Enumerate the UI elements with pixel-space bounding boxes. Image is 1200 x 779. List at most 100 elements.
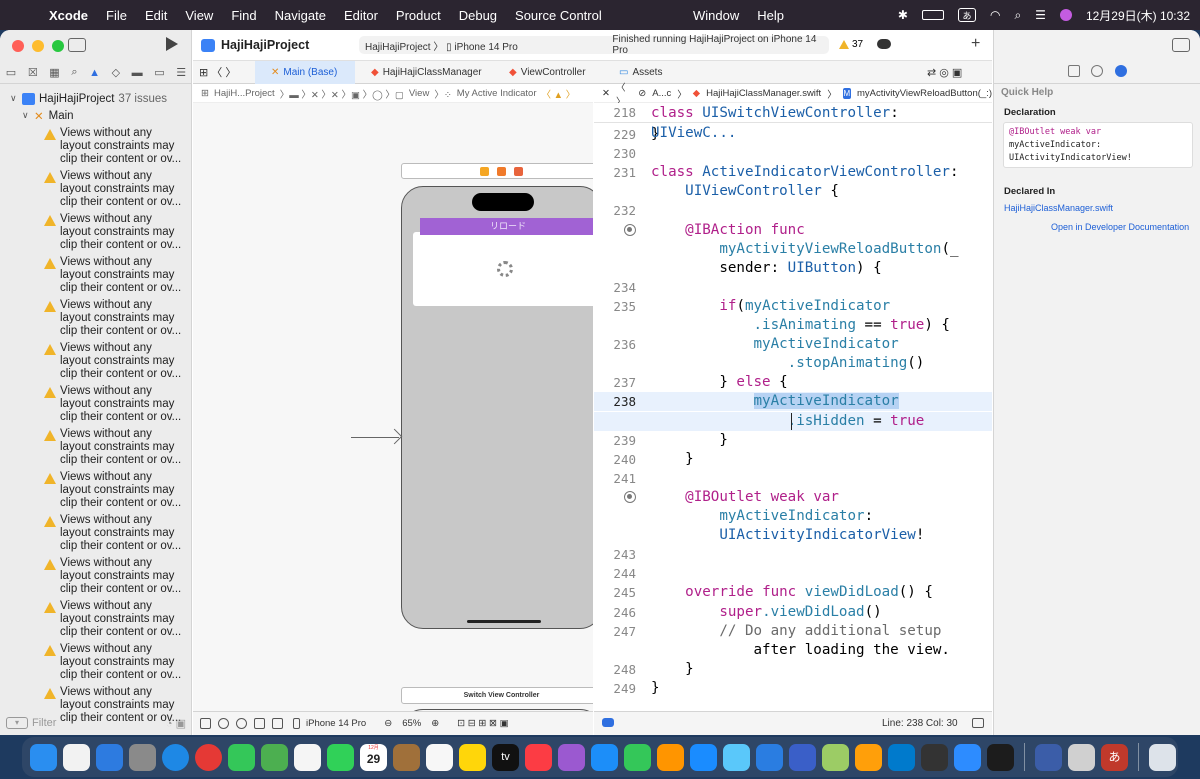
filter-options-icon[interactable]: ▾: [6, 717, 28, 729]
notes-icon[interactable]: [459, 743, 486, 771]
history-inspector-icon[interactable]: [1091, 65, 1103, 77]
music-icon[interactable]: [525, 743, 552, 771]
code-editor[interactable]: 218 class UISwitchViewController: UIView…: [594, 103, 992, 711]
code-line[interactable]: UIViewController {: [594, 182, 992, 201]
folder-navigator-icon[interactable]: ▭: [6, 66, 16, 79]
photos-icon[interactable]: [294, 743, 321, 771]
pages-icon[interactable]: [657, 743, 684, 771]
menu-debug[interactable]: Debug: [450, 8, 506, 23]
document-outline-icon[interactable]: [200, 718, 211, 729]
indicator-container[interactable]: [413, 232, 593, 306]
sublime-icon[interactable]: [822, 743, 849, 771]
menu-navigate[interactable]: Navigate: [266, 8, 335, 23]
view-controller-icon[interactable]: [480, 166, 489, 176]
code-line[interactable]: UIActivityIndicatorView!: [594, 526, 992, 545]
sidebar-toggle-icon[interactable]: [68, 38, 86, 52]
toggle-debug-icon[interactable]: [972, 718, 984, 728]
outlet-connection-icon[interactable]: [624, 490, 636, 503]
code-line[interactable]: 230: [594, 144, 992, 163]
chevron-down-icon[interactable]: ∨: [22, 110, 34, 121]
tree-project-row[interactable]: ∨ HajiHajiProject 37 issues: [0, 90, 192, 107]
battery-icon[interactable]: [921, 10, 944, 20]
maps-icon[interactable]: [261, 743, 288, 771]
run-button[interactable]: [166, 37, 178, 51]
code-line[interactable]: 232: [594, 201, 992, 220]
inspector-toggle-icon[interactable]: [1172, 38, 1190, 52]
github-desktop-icon[interactable]: [921, 743, 948, 771]
jump-project[interactable]: HajiH...Project: [214, 88, 275, 99]
facetime-icon[interactable]: [327, 743, 354, 771]
layout-tools-icon[interactable]: ⊡ ⊟ ⊞ ⊠ ▣: [457, 718, 508, 729]
entry-point-arrow[interactable]: [351, 437, 399, 438]
orientation-icon[interactable]: [254, 718, 265, 729]
code-line[interactable]: 234: [594, 278, 992, 297]
jump-file[interactable]: HajiHajiClassManager.swift: [706, 88, 821, 99]
related-items-icon[interactable]: ⊘: [638, 88, 646, 99]
tab-view-controller[interactable]: ◆ ViewController: [509, 61, 586, 84]
code-line[interactable]: 246 super.viewDidLoad(): [594, 603, 992, 622]
close-icon[interactable]: ✕: [602, 88, 610, 99]
debug-area-icon[interactable]: [602, 718, 614, 727]
code-line[interactable]: 248 }: [594, 660, 992, 679]
simulator-icon[interactable]: [789, 743, 816, 771]
warning-list-item[interactable]: Views without any layout constraints may…: [0, 213, 192, 253]
scene-dock[interactable]: [401, 163, 593, 179]
wifi-icon[interactable]: ◠: [990, 8, 1000, 22]
switch-scene-title[interactable]: Switch View Controller: [401, 687, 593, 704]
first-responder-icon[interactable]: [497, 166, 506, 176]
scheme-status-bar[interactable]: HajiHajiProject 〉 ▯ iPhone 14 Pro Finish…: [359, 34, 829, 56]
terminal-icon[interactable]: [987, 743, 1014, 771]
instruments-icon[interactable]: [1035, 743, 1062, 771]
vscode-icon[interactable]: [888, 743, 915, 771]
exit-icon[interactable]: [514, 166, 523, 176]
zoom-window-button[interactable]: [52, 40, 64, 52]
warning-list-item[interactable]: Views without any layout constraints may…: [0, 643, 192, 683]
zoom-in-icon[interactable]: ⊕: [431, 718, 439, 729]
symbol-navigator-icon[interactable]: ▦: [49, 66, 59, 79]
keynote-icon[interactable]: [591, 743, 618, 771]
code-line[interactable]: 231 class ActiveIndicatorViewController:: [594, 163, 992, 182]
report-navigator-icon[interactable]: ☰: [176, 66, 186, 79]
grid-icon[interactable]: ⊞: [201, 88, 209, 99]
code-line[interactable]: @IBOutlet weak var: [594, 488, 992, 507]
device-name[interactable]: iPhone 14 Pro: [306, 718, 366, 729]
phone-icon[interactable]: [293, 718, 300, 729]
warning-list-item[interactable]: Views without any layout constraints may…: [0, 342, 192, 382]
warning-list-item[interactable]: Views without any layout constraints may…: [0, 127, 192, 167]
jump-method[interactable]: myActivityViewReloadButton(_:): [857, 88, 992, 99]
launchpad-icon[interactable]: [63, 743, 90, 771]
menubar-clock[interactable]: 12月29日(木) 10:32: [1086, 7, 1190, 24]
code-line[interactable]: 239 }: [594, 431, 992, 450]
developer-documentation-link[interactable]: Open in Developer Documentation: [1051, 222, 1189, 232]
notes-app-icon[interactable]: [393, 743, 420, 771]
warning-badge[interactable]: 37: [839, 39, 863, 50]
menu-edit[interactable]: Edit: [136, 8, 176, 23]
close-window-button[interactable]: [12, 40, 24, 52]
grid-icon[interactable]: ⊞ 〈 〉: [199, 64, 236, 80]
menu-help[interactable]: Help: [748, 8, 793, 23]
minimize-window-button[interactable]: [32, 40, 44, 52]
code-line[interactable]: 247 // Do any additional setup: [594, 622, 992, 641]
code-line[interactable]: 244: [594, 564, 992, 583]
warning-list-item[interactable]: Views without any layout constraints may…: [0, 170, 192, 210]
code-line[interactable]: myActivityViewReloadButton(_: [594, 240, 992, 259]
messages-icon[interactable]: [228, 743, 255, 771]
numbers-icon[interactable]: [624, 743, 651, 771]
find-navigator-icon[interactable]: ⌕: [71, 66, 77, 79]
xcode-instruments-icon[interactable]: [723, 743, 750, 771]
code-line[interactable]: after loading the view.: [594, 641, 992, 660]
menu-file[interactable]: File: [97, 8, 136, 23]
zoom-level[interactable]: 65%: [402, 718, 421, 729]
reminders-icon[interactable]: [426, 743, 453, 771]
apple-tv-icon[interactable]: tv: [492, 743, 519, 771]
quick-help-icon[interactable]: [1115, 65, 1127, 77]
chevron-down-icon[interactable]: ∨: [10, 93, 22, 104]
debug-navigator-icon[interactable]: ▬: [132, 67, 143, 79]
menu-app[interactable]: Xcode: [40, 8, 97, 23]
scheme-project[interactable]: HajiHajiProject: [365, 42, 431, 53]
code-line[interactable]: 245 override func viewDidLoad() {: [594, 583, 992, 602]
warning-list-item[interactable]: Views without any layout constraints may…: [0, 514, 192, 554]
menu-find[interactable]: Find: [222, 8, 265, 23]
issue-nav-icon[interactable]: 〈 ▲ 〉: [542, 87, 576, 101]
jump-item[interactable]: My Active Indicator: [457, 88, 537, 99]
